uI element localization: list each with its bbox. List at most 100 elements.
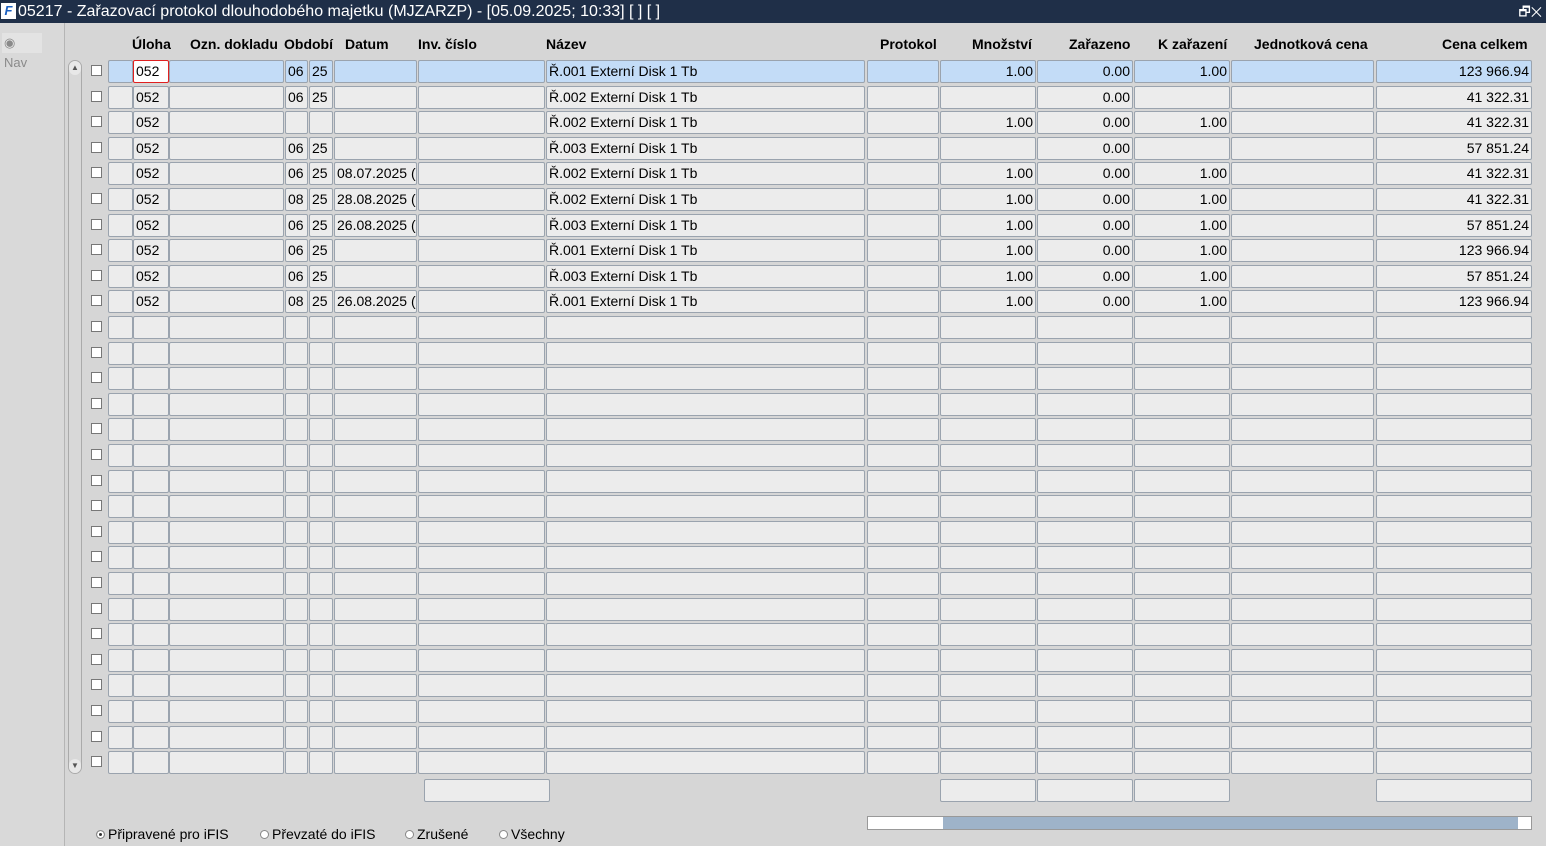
- cell-m[interactable]: 06: [285, 265, 308, 288]
- cell-zarazeno[interactable]: [1037, 546, 1133, 569]
- cell-inv[interactable]: [418, 726, 545, 749]
- cell-inv[interactable]: [418, 418, 545, 441]
- row-checkbox[interactable]: [91, 654, 102, 665]
- cell-uloha[interactable]: 052: [133, 111, 169, 134]
- cell-blank[interactable]: [108, 393, 133, 416]
- cell-nazev[interactable]: [546, 495, 865, 518]
- row-checkbox[interactable]: [91, 372, 102, 383]
- cell-m[interactable]: 06: [285, 86, 308, 109]
- cell-jedn[interactable]: [1231, 521, 1374, 544]
- cell-m[interactable]: 06: [285, 214, 308, 237]
- cell-m[interactable]: [285, 546, 308, 569]
- cell-y[interactable]: 25: [309, 137, 333, 160]
- cell-zarazeno[interactable]: [1037, 726, 1133, 749]
- cell-m[interactable]: [285, 572, 308, 595]
- cell-datum[interactable]: 08.07.2025 (: [334, 162, 417, 185]
- cell-zarazeno[interactable]: [1037, 393, 1133, 416]
- cell-kzar[interactable]: 1.00: [1134, 60, 1230, 83]
- row-checkbox[interactable]: [91, 500, 102, 511]
- cell-jedn[interactable]: [1231, 265, 1374, 288]
- cell-mnozstvi[interactable]: [940, 367, 1036, 390]
- cell-inv[interactable]: [418, 598, 545, 621]
- cell-mnozstvi[interactable]: 1.00: [940, 265, 1036, 288]
- cell-nazev[interactable]: [546, 521, 865, 544]
- cell-mnozstvi[interactable]: 1.00: [940, 188, 1036, 211]
- cell-m[interactable]: [285, 418, 308, 441]
- cell-kzar[interactable]: [1134, 546, 1230, 569]
- cell-y[interactable]: [309, 470, 333, 493]
- cell-blank[interactable]: [108, 572, 133, 595]
- cell-mnozstvi[interactable]: 1.00: [940, 60, 1036, 83]
- cell-zarazeno[interactable]: 0.00: [1037, 137, 1133, 160]
- cell-inv[interactable]: [418, 674, 545, 697]
- cell-blank[interactable]: [108, 546, 133, 569]
- cell-zarazeno[interactable]: 0.00: [1037, 239, 1133, 262]
- cell-y[interactable]: [309, 598, 333, 621]
- cell-uloha[interactable]: [133, 572, 169, 595]
- cell-m[interactable]: 08: [285, 290, 308, 313]
- cell-mnozstvi[interactable]: [940, 316, 1036, 339]
- row-checkbox[interactable]: [91, 321, 102, 332]
- cell-m[interactable]: [285, 111, 308, 134]
- cell-ozn[interactable]: [169, 726, 284, 749]
- row-checkbox[interactable]: [91, 167, 102, 178]
- cell-zarazeno[interactable]: 0.00: [1037, 188, 1133, 211]
- cell-protokol[interactable]: [867, 342, 939, 365]
- cell-mnozstvi[interactable]: [940, 521, 1036, 544]
- cell-ozn[interactable]: [169, 265, 284, 288]
- cell-m[interactable]: [285, 470, 308, 493]
- cell-kzar[interactable]: [1134, 751, 1230, 774]
- cell-m[interactable]: [285, 342, 308, 365]
- column-header-zarazeno[interactable]: Zařazeno: [1069, 36, 1130, 52]
- cell-m[interactable]: 06: [285, 137, 308, 160]
- cell-inv[interactable]: [418, 700, 545, 723]
- cell-protokol[interactable]: [867, 751, 939, 774]
- cell-uloha[interactable]: 052: [133, 137, 169, 160]
- cell-nazev[interactable]: [546, 470, 865, 493]
- cell-protokol[interactable]: [867, 290, 939, 313]
- cell-mnozstvi[interactable]: [940, 751, 1036, 774]
- cell-jedn[interactable]: [1231, 649, 1374, 672]
- cell-ozn[interactable]: [169, 239, 284, 262]
- cell-zarazeno[interactable]: [1037, 700, 1133, 723]
- cell-uloha[interactable]: [133, 444, 169, 467]
- cell-ozn[interactable]: [169, 598, 284, 621]
- cell-ozn[interactable]: [169, 700, 284, 723]
- row-checkbox[interactable]: [91, 705, 102, 716]
- cell-inv[interactable]: [418, 342, 545, 365]
- cell-jedn[interactable]: [1231, 86, 1374, 109]
- cell-inv[interactable]: [418, 393, 545, 416]
- cell-ozn[interactable]: [169, 60, 284, 83]
- cell-protokol[interactable]: [867, 598, 939, 621]
- cell-mnozstvi[interactable]: [940, 700, 1036, 723]
- cell-protokol[interactable]: [867, 700, 939, 723]
- cell-inv[interactable]: [418, 188, 545, 211]
- cell-y[interactable]: [309, 674, 333, 697]
- column-header-mnozstvi[interactable]: Množství: [972, 36, 1032, 52]
- cell-blank[interactable]: [108, 342, 133, 365]
- cell-ozn[interactable]: [169, 521, 284, 544]
- cell-jedn[interactable]: [1231, 60, 1374, 83]
- cell-uloha[interactable]: [133, 649, 169, 672]
- cell-cena[interactable]: [1376, 598, 1532, 621]
- cell-cena[interactable]: 123 966.94: [1376, 239, 1532, 262]
- cell-nazev[interactable]: Ř.003 Externí Disk 1 Tb: [546, 214, 865, 237]
- window-controls[interactable]: 🗗✕: [1519, 0, 1542, 23]
- cell-kzar[interactable]: [1134, 598, 1230, 621]
- cell-protokol[interactable]: [867, 726, 939, 749]
- cell-protokol[interactable]: [867, 111, 939, 134]
- nav-radio[interactable]: ◉ Nav: [2, 33, 42, 70]
- cell-blank[interactable]: [108, 111, 133, 134]
- column-header-kzar[interactable]: K zařazení: [1158, 36, 1227, 52]
- cell-mnozstvi[interactable]: [940, 444, 1036, 467]
- cell-datum[interactable]: [334, 444, 417, 467]
- cell-datum[interactable]: [334, 598, 417, 621]
- cell-datum[interactable]: [334, 367, 417, 390]
- cell-protokol[interactable]: [867, 546, 939, 569]
- cell-cena[interactable]: [1376, 751, 1532, 774]
- cell-inv[interactable]: [418, 470, 545, 493]
- cell-zarazeno[interactable]: 0.00: [1037, 60, 1133, 83]
- cell-ozn[interactable]: [169, 649, 284, 672]
- cell-kzar[interactable]: [1134, 623, 1230, 646]
- row-checkbox[interactable]: [91, 347, 102, 358]
